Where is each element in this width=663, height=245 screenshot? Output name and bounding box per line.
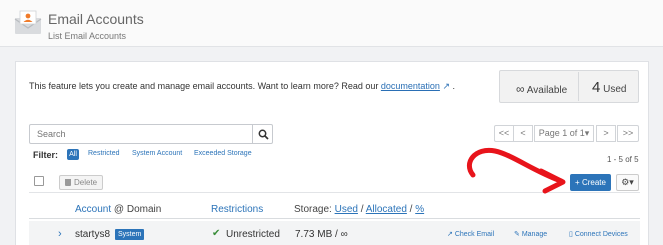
sort-allocated[interactable]: Allocated — [366, 204, 407, 215]
email-accounts-icon — [14, 10, 42, 34]
restriction-status: Unrestricted — [226, 229, 280, 240]
connect-devices-link[interactable]: ▯ Connect Devices — [569, 230, 628, 238]
trash-icon — [65, 179, 71, 186]
external-link-icon: ↗ — [447, 231, 453, 238]
search-icon — [258, 129, 269, 140]
next-page-button[interactable]: > — [596, 125, 616, 142]
filter-system-account[interactable]: System Account — [132, 150, 182, 157]
gear-icon: ⚙▾ — [621, 177, 634, 187]
expand-row-icon[interactable]: › — [58, 228, 62, 240]
device-icon: ▯ — [569, 231, 573, 238]
storage-usage: 7.73 MB / ∞ — [295, 229, 348, 240]
page-subtitle: List Email Accounts — [48, 31, 127, 41]
column-header-domain-label: @ Domain — [113, 204, 162, 215]
infinity-icon: ∞ — [516, 82, 525, 96]
sort-account[interactable]: Account — [75, 204, 111, 215]
column-header-storage: Storage: Used / Allocated / % — [294, 204, 424, 215]
filter-label: Filter: — [33, 150, 59, 160]
settings-button[interactable]: ⚙▾ — [616, 174, 639, 191]
documentation-link[interactable]: documentation — [381, 81, 440, 91]
page-title: Email Accounts — [48, 11, 144, 27]
quota-divider — [578, 72, 579, 101]
column-header-restrictions[interactable]: Restrictions — [211, 204, 263, 215]
intro-description: This feature lets you create and manage … — [29, 81, 379, 91]
quota-used: 4 Used — [592, 79, 626, 96]
manage-link[interactable]: ✎ Manage — [514, 230, 547, 238]
chevron-down-icon: ▾ — [584, 128, 590, 138]
filter-all[interactable]: All — [67, 149, 79, 160]
sort-used[interactable]: Used — [335, 204, 358, 215]
separator: / — [409, 204, 413, 215]
sort-percent[interactable]: % — [415, 204, 424, 215]
page-header: Email Accounts List Email Accounts — [0, 0, 663, 47]
result-count: 1 - 5 of 5 — [607, 155, 639, 164]
used-label: Used — [603, 84, 627, 95]
search-button[interactable] — [252, 124, 273, 144]
check-email-link[interactable]: ↗ Check Email — [447, 230, 494, 238]
select-all-checkbox[interactable] — [34, 176, 44, 186]
external-link-icon: ↗ — [442, 81, 450, 91]
header-divider — [29, 218, 640, 219]
delete-label: Delete — [74, 178, 98, 187]
manage-label: Manage — [521, 231, 548, 238]
filter-exceeded-storage[interactable]: Exceeded Storage — [194, 150, 252, 157]
connect-devices-label: Connect Devices — [574, 231, 628, 238]
storage-label: Storage: — [294, 204, 332, 215]
create-button[interactable]: + Create — [570, 174, 611, 191]
last-page-button[interactable]: >> — [617, 125, 639, 142]
available-label: Available — [526, 85, 568, 96]
check-icon: ✔ — [212, 228, 221, 239]
system-badge: System — [115, 229, 145, 240]
filter-restricted[interactable]: Restricted — [88, 150, 120, 157]
intro-period: . — [452, 81, 456, 91]
quota-available: ∞ Available — [516, 82, 567, 96]
column-header-account[interactable]: Account @ Domain — [75, 204, 161, 215]
annotation-arrow — [466, 147, 566, 194]
wrench-icon: ✎ — [514, 231, 520, 238]
used-count: 4 — [592, 79, 601, 96]
check-email-label: Check Email — [454, 231, 495, 238]
search-input[interactable] — [29, 124, 253, 144]
account-name: startys8 — [75, 229, 111, 240]
intro-text: This feature lets you create and manage … — [29, 81, 455, 92]
separator: / — [360, 204, 364, 215]
